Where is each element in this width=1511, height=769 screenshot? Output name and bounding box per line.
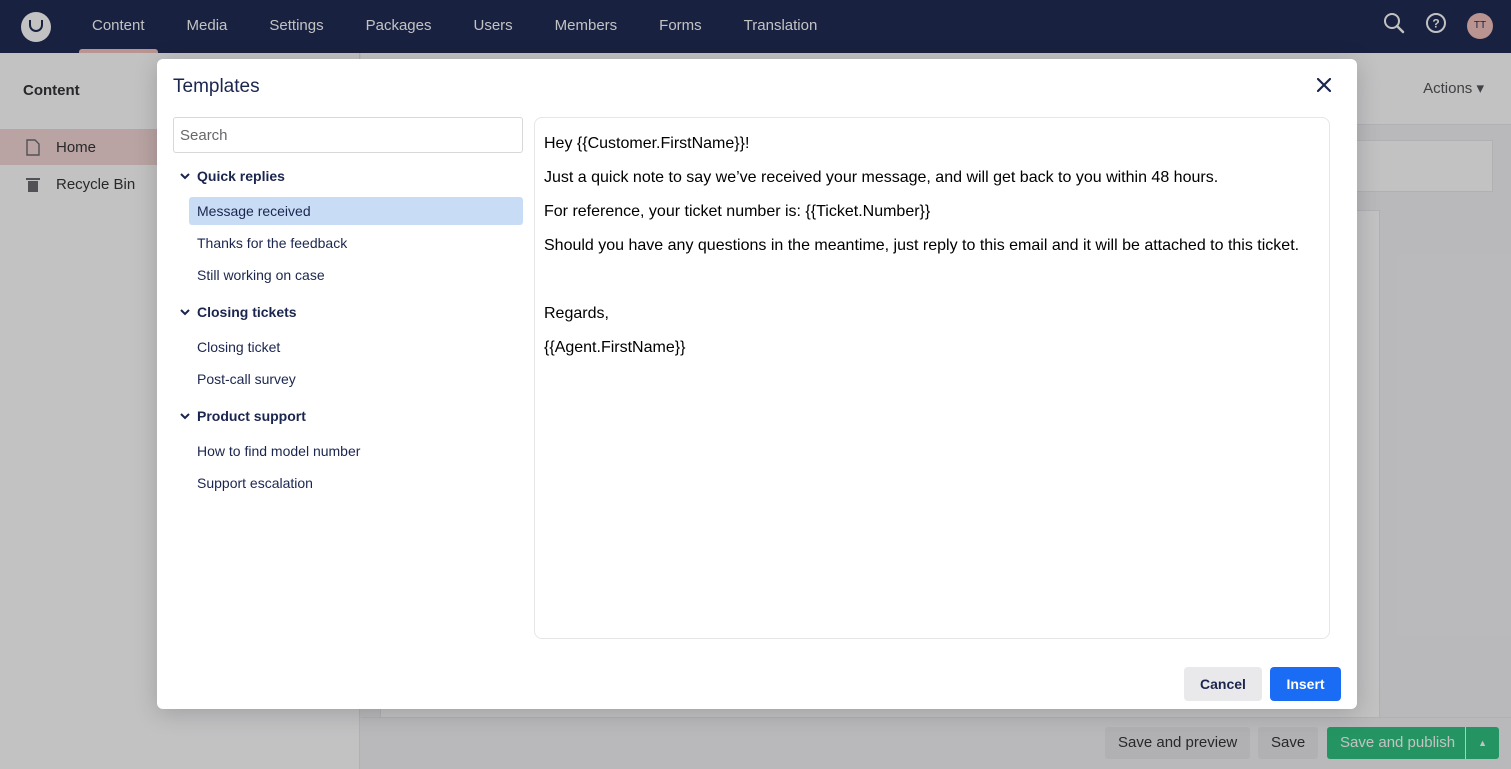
insert-button[interactable]: Insert: [1270, 667, 1341, 701]
chevron-down-icon: [179, 306, 191, 318]
template-how-to-find-model-number[interactable]: How to find model number: [189, 437, 523, 465]
preview-line: Regards,: [544, 305, 609, 322]
preview-line: Hey {{Customer.FirstName}}!: [544, 135, 750, 152]
chevron-down-icon: [179, 410, 191, 422]
group-label: Quick replies: [197, 168, 285, 184]
cancel-button[interactable]: Cancel: [1184, 667, 1262, 701]
group-label: Product support: [197, 408, 306, 424]
group-label: Closing tickets: [197, 304, 297, 320]
template-closing-ticket[interactable]: Closing ticket: [189, 333, 523, 361]
preview-line: Should you have any questions in the mea…: [544, 237, 1300, 254]
preview-line: Just a quick note to say we’ve received …: [544, 169, 1219, 186]
group-closing-tickets[interactable]: Closing tickets: [179, 301, 297, 323]
search-input[interactable]: [173, 117, 523, 153]
dialog-title: Templates: [173, 76, 260, 97]
template-thanks-for-the-feedback[interactable]: Thanks for the feedback: [189, 229, 523, 257]
templates-dialog: Templates Quick replies Message received…: [157, 59, 1357, 709]
preview-line: {{Agent.FirstName}}: [544, 339, 686, 356]
template-preview[interactable]: Hey {{Customer.FirstName}}! Just a quick…: [534, 117, 1330, 639]
close-icon[interactable]: [1313, 74, 1335, 96]
preview-line: For reference, your ticket number is: {{…: [544, 203, 931, 220]
template-support-escalation[interactable]: Support escalation: [189, 469, 523, 497]
group-product-support[interactable]: Product support: [179, 405, 306, 427]
preview-line: [544, 264, 1320, 298]
template-still-working-on-case[interactable]: Still working on case: [189, 261, 523, 289]
template-post-call-survey[interactable]: Post-call survey: [189, 365, 523, 393]
group-quick-replies[interactable]: Quick replies: [179, 165, 285, 187]
template-message-received[interactable]: Message received: [189, 197, 523, 225]
chevron-down-icon: [179, 170, 191, 182]
